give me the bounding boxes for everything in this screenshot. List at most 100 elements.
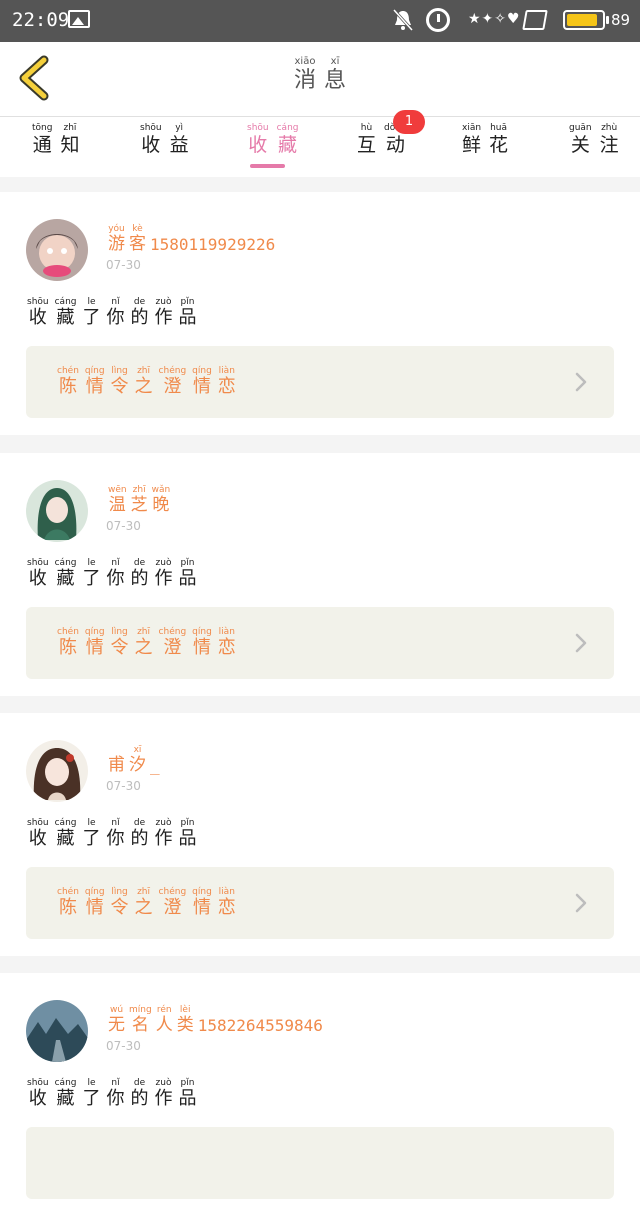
username[interactable]: wú 无 míng 名 rén 人 lèi 类 1582264559846	[106, 1005, 323, 1035]
pinyin: shōu	[27, 1078, 49, 1088]
header: xiāo 消 xī 息	[0, 42, 640, 117]
tab-2[interactable]: shōu 收 cáng 藏	[243, 123, 303, 156]
ruby-char: le 了	[83, 818, 101, 850]
chevron-right-icon	[575, 633, 587, 653]
hanzi: 通	[32, 134, 52, 156]
ruby-char: de 的	[131, 558, 149, 590]
ruby-char: shōu 收	[27, 818, 49, 850]
pinyin: míng	[129, 1005, 152, 1015]
action-text: shōu 收 cáng 藏 le 了 nǐ 你 de 的 zuò 作 pǐn 品	[24, 818, 200, 850]
timestamp: 07-30	[106, 519, 141, 533]
pinyin: de	[133, 558, 146, 568]
hanzi: 令	[110, 376, 129, 397]
hanzi: 情	[85, 637, 104, 658]
timestamp: 07-30	[106, 1039, 141, 1053]
pinyin: zuò	[155, 558, 172, 568]
message-card: 甫 xī 汐 _ 07-30 shōu 收 cáng 藏 le 了 nǐ 你 de 的 zuò 作 pǐn 品 ché…	[0, 713, 640, 956]
ruby-char: 甫	[108, 745, 125, 775]
avatar[interactable]	[26, 1000, 88, 1062]
pinyin: wēn	[108, 485, 127, 495]
pinyin: chén	[57, 887, 79, 897]
action-text: shōu 收 cáng 藏 le 了 nǐ 你 de 的 zuò 作 pǐn 品	[24, 558, 200, 590]
hanzi: 收	[28, 307, 47, 328]
pinyin: wú	[109, 1005, 124, 1015]
tab-1[interactable]: shōu 收 yì 益	[136, 123, 193, 156]
pinyin: zhī	[137, 887, 151, 897]
ruby-char: qíng 情	[85, 887, 105, 919]
pinyin: liàn	[218, 627, 235, 637]
ruby-char: zuò 作	[155, 297, 173, 329]
pinyin: shōu	[247, 123, 269, 133]
ruby-char: pǐn 品	[179, 1078, 197, 1110]
pinyin: qíng	[84, 627, 105, 637]
work-title: chén 陈 qíng 情 lìng 令 zhī 之 chéng 澄 qíng 情 liàn 恋	[54, 887, 239, 919]
ruby-char: liàn 恋	[218, 627, 236, 659]
username[interactable]: 甫 xī 汐 _	[106, 745, 160, 775]
tab-bar: tōng通zhī知shōu收yì益shōu收cáng藏hù互dòng动xiān鲜…	[0, 117, 640, 177]
ruby-char: chén 陈	[57, 627, 79, 659]
username[interactable]: yóu 游 kè 客 15801199292​26	[106, 224, 275, 254]
active-tab-indicator	[250, 164, 285, 168]
avatar[interactable]	[26, 740, 88, 802]
pinyin: shōu	[27, 558, 49, 568]
hanzi: 之	[134, 897, 153, 918]
hanzi: 之	[134, 376, 153, 397]
hanzi: 之	[134, 637, 153, 658]
work-link[interactable]: chén 陈 qíng 情 lìng 令 zhī 之 chéng 澄 qíng 情 liàn 恋	[26, 867, 614, 939]
pinyin: le	[87, 297, 96, 307]
ruby-char: cáng 藏	[55, 1078, 77, 1110]
pinyin: qíng	[192, 887, 212, 897]
ruby-char: lìng 令	[111, 627, 129, 659]
ruby-char: xiāo 消	[294, 56, 316, 94]
pinyin: qíng	[192, 627, 212, 637]
ruby-char: xī 汐	[129, 745, 146, 775]
ruby-char: de 的	[131, 297, 149, 329]
work-link[interactable]: chén 陈 qíng 情 lìng 令 zhī 之 chéng 澄 qíng 情 liàn 恋	[26, 607, 614, 679]
pinyin: pǐn	[180, 818, 195, 828]
pinyin: xī	[330, 56, 340, 67]
hanzi: 知	[60, 134, 80, 156]
hanzi: 藏	[56, 568, 75, 589]
ruby-char: zhī 芝	[131, 485, 148, 515]
hanzi: 恋	[217, 376, 236, 397]
hanzi: 情	[85, 376, 104, 397]
pinyin: nǐ	[111, 558, 120, 568]
ruby-char: cáng 藏	[55, 558, 77, 590]
ruby-char: de 的	[131, 1078, 149, 1110]
hanzi: 收	[28, 1088, 47, 1109]
username[interactable]: wēn 温 zhī 芝 wǎn 晚	[106, 485, 172, 515]
tab-0[interactable]: tōng 通 zhī 知	[28, 123, 83, 156]
hanzi: 的	[130, 307, 149, 328]
hanzi: 藏	[56, 1088, 75, 1109]
ruby-char: de 的	[131, 818, 149, 850]
pinyin: chéng	[158, 627, 187, 637]
pinyin: zuò	[155, 1078, 172, 1088]
ruby-char: wēn 温	[108, 485, 127, 515]
hanzi: 作	[154, 828, 173, 849]
pinyin: qíng	[84, 366, 105, 376]
pinyin: pǐn	[180, 1078, 195, 1088]
hanzi: 作	[154, 568, 173, 589]
tab-5[interactable]: guān 关 zhù 注	[565, 123, 623, 156]
pinyin: pǐn	[180, 558, 195, 568]
tab-4[interactable]: xiān 鲜 huā 花	[458, 123, 512, 156]
pinyin: chéng	[158, 887, 187, 897]
avatar[interactable]	[26, 219, 88, 281]
ruby-char: shōu 收	[27, 297, 49, 329]
hanzi: 藏	[56, 828, 75, 849]
image-icon	[68, 10, 90, 28]
ruby-char: yóu 游	[108, 224, 125, 254]
pinyin: pǐn	[180, 297, 195, 307]
hanzi: 收	[28, 568, 47, 589]
ruby-char: qíng 情	[85, 627, 105, 659]
hanzi: 晚	[152, 495, 170, 515]
hanzi: 动	[385, 134, 405, 156]
pinyin: liàn	[218, 366, 235, 376]
ruby-char: chén 陈	[57, 887, 79, 919]
ruby-char: zhī 之	[135, 887, 153, 919]
work-link[interactable]: chén 陈 qíng 情 lìng 令 zhī 之 chéng 澄 qíng 情 liàn 恋	[26, 346, 614, 418]
ruby-char: shōu 收	[27, 558, 49, 590]
avatar[interactable]	[26, 480, 88, 542]
pinyin: shōu	[27, 818, 49, 828]
hanzi: 益	[169, 134, 189, 156]
